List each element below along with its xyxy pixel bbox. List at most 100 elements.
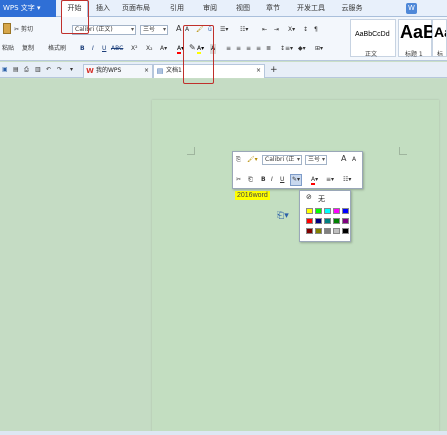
paste-icon[interactable] xyxy=(3,23,11,34)
highlight-swatch[interactable] xyxy=(306,208,313,214)
tab-my-wps-label: 我的WPS xyxy=(96,67,122,74)
highlight-swatch[interactable] xyxy=(306,228,313,234)
annotation-box-highlight xyxy=(183,25,214,84)
highlight-swatch[interactable] xyxy=(342,228,349,234)
mini-underline-button[interactable]: U xyxy=(280,175,284,185)
paste-button[interactable]: 粘贴 xyxy=(2,44,14,54)
style-normal-sample: AaBbCcDd xyxy=(355,31,390,38)
tab-developer[interactable]: 开发工具 xyxy=(293,0,329,17)
superscript-button[interactable]: X² xyxy=(131,44,138,54)
shading-icon[interactable]: ◆▾ xyxy=(298,44,306,54)
mini-copy-icon[interactable]: ⎘ xyxy=(236,155,241,165)
tab-sections[interactable]: 章节 xyxy=(262,0,284,17)
document-area[interactable]: 2016word xyxy=(0,79,447,435)
cut-button[interactable]: 剪切 xyxy=(21,25,33,35)
highlight-swatch[interactable] xyxy=(342,218,349,224)
paste-options-icon[interactable]: ⎗▾ xyxy=(277,211,289,221)
align-left-icon[interactable]: ≡ xyxy=(226,44,231,54)
quick-access-dropdown-icon[interactable]: ▾ xyxy=(70,65,73,75)
font-size-select[interactable]: 三号 xyxy=(140,25,168,35)
corner-mark-top-right xyxy=(399,147,407,155)
align-center-icon[interactable]: ≡ xyxy=(236,44,241,54)
sort-icon[interactable]: ↕ xyxy=(303,25,308,35)
copy-button[interactable]: 复制 xyxy=(22,44,34,54)
mini-shrink-font-button[interactable]: A xyxy=(352,155,356,165)
close-tab-my-wps-icon[interactable]: × xyxy=(144,65,149,77)
no-highlight-icon[interactable]: ⊘ xyxy=(306,193,312,201)
highlight-swatch[interactable] xyxy=(324,218,331,224)
line-spacing-icon[interactable]: ↕≡▾ xyxy=(280,44,293,54)
style-heading2[interactable]: AaBb 标 xyxy=(432,19,447,57)
close-tab-document1-icon[interactable]: × xyxy=(256,65,261,77)
mini-cut-icon[interactable]: ✂ xyxy=(236,175,241,185)
mini-font-color-button[interactable]: A▾ xyxy=(311,175,318,185)
mini-font-size-select[interactable]: 三号 xyxy=(305,155,327,165)
highlight-swatch[interactable] xyxy=(333,208,340,214)
tab-insert[interactable]: 插入 xyxy=(92,0,114,17)
mini-paste-icon[interactable]: ⎗ xyxy=(248,175,253,185)
tab-view[interactable]: 视图 xyxy=(232,0,254,17)
mini-align-icon[interactable]: ≡▾ xyxy=(326,175,334,185)
borders-icon[interactable]: ⊞▾ xyxy=(315,44,323,54)
highlight-swatch[interactable] xyxy=(315,218,322,224)
bold-button[interactable]: B xyxy=(80,44,85,54)
document-tab-bar: ▣ ▤ ⎙ ▥ ↶ ↷ ▾ W 我的WPS × ▤ 文档1 × + xyxy=(0,62,447,78)
format-painter-button[interactable]: 格式刷 xyxy=(48,44,66,54)
account-icon[interactable]: W xyxy=(406,3,417,14)
tab-cloud[interactable]: 云服务 xyxy=(337,0,367,17)
no-highlight-option[interactable]: 无 xyxy=(318,194,325,204)
wps-app-menu-button[interactable]: WPS 文字 ▾ xyxy=(0,0,56,17)
increase-indent-icon[interactable]: ⇥ xyxy=(274,25,279,35)
highlight-color-palette: ⊘ 无 xyxy=(299,190,351,242)
tab-my-wps[interactable]: W 我的WPS × xyxy=(83,64,153,78)
output-pdf-icon[interactable]: ▤ xyxy=(13,65,19,75)
highlight-swatch[interactable] xyxy=(324,228,331,234)
undo-icon[interactable]: ↶ xyxy=(46,65,51,75)
mini-bold-button[interactable]: B xyxy=(261,175,266,185)
align-right-icon[interactable]: ≡ xyxy=(246,44,251,54)
mini-highlight-button[interactable]: ✎▾ xyxy=(290,174,303,186)
italic-button[interactable]: I xyxy=(92,44,94,54)
style-heading1[interactable]: AaBl 标题 1 xyxy=(398,19,441,58)
underline-button[interactable]: U xyxy=(102,44,106,54)
decrease-indent-icon[interactable]: ⇤ xyxy=(262,25,267,35)
distribute-icon[interactable]: ≣ xyxy=(266,44,271,54)
style-heading2-sample: AaBb xyxy=(434,24,446,40)
style-normal[interactable]: AaBbCcDd 正文 xyxy=(350,19,396,58)
grow-font-button[interactable]: A xyxy=(176,24,181,34)
selected-text[interactable]: 2016word xyxy=(235,191,270,200)
redo-icon[interactable]: ↷ xyxy=(57,65,62,75)
new-tab-button[interactable]: + xyxy=(270,65,278,75)
subscript-button[interactable]: X₂ xyxy=(146,44,153,54)
document-icon: ▤ xyxy=(156,67,164,75)
save-icon[interactable]: ▣ xyxy=(2,65,8,75)
cut-icon[interactable]: ✂ xyxy=(14,25,19,35)
mini-font-name-select[interactable]: Calibri (正 xyxy=(262,155,302,165)
highlight-swatch[interactable] xyxy=(342,208,349,214)
text-effect-icon[interactable]: A▾ xyxy=(160,44,167,54)
tab-page-layout[interactable]: 页面布局 xyxy=(118,0,154,17)
print-icon[interactable]: ⎙ xyxy=(24,65,29,75)
highlight-swatch[interactable] xyxy=(333,218,340,224)
chinese-layout-icon[interactable]: X▾ xyxy=(288,25,295,35)
highlight-swatch[interactable] xyxy=(315,208,322,214)
tab-references[interactable]: 引用 xyxy=(166,0,188,17)
tab-review[interactable]: 审阅 xyxy=(199,0,221,17)
mini-list-icon[interactable]: ☷▾ xyxy=(343,175,351,185)
mini-grow-font-button[interactable]: A xyxy=(341,154,346,164)
highlight-swatch[interactable] xyxy=(333,228,340,234)
highlight-swatch[interactable] xyxy=(324,208,331,214)
mini-italic-button[interactable]: I xyxy=(271,175,273,185)
numbering-icon[interactable]: ☷▾ xyxy=(240,25,248,35)
mini-format-painter-icon[interactable]: 🖌▾ xyxy=(247,155,258,165)
status-bar xyxy=(0,431,447,435)
bullets-icon[interactable]: ☰▾ xyxy=(220,25,228,35)
print-preview-icon[interactable]: ▥ xyxy=(35,65,41,75)
tab-document1-label: 文档1 xyxy=(166,67,182,74)
show-marks-icon[interactable]: ¶ xyxy=(314,25,318,35)
highlight-swatch[interactable] xyxy=(315,228,322,234)
highlight-swatch[interactable] xyxy=(306,218,313,224)
justify-icon[interactable]: ≡ xyxy=(256,44,261,54)
style-normal-name: 正文 xyxy=(365,51,378,58)
strikethrough-button[interactable]: ABC xyxy=(111,44,123,54)
